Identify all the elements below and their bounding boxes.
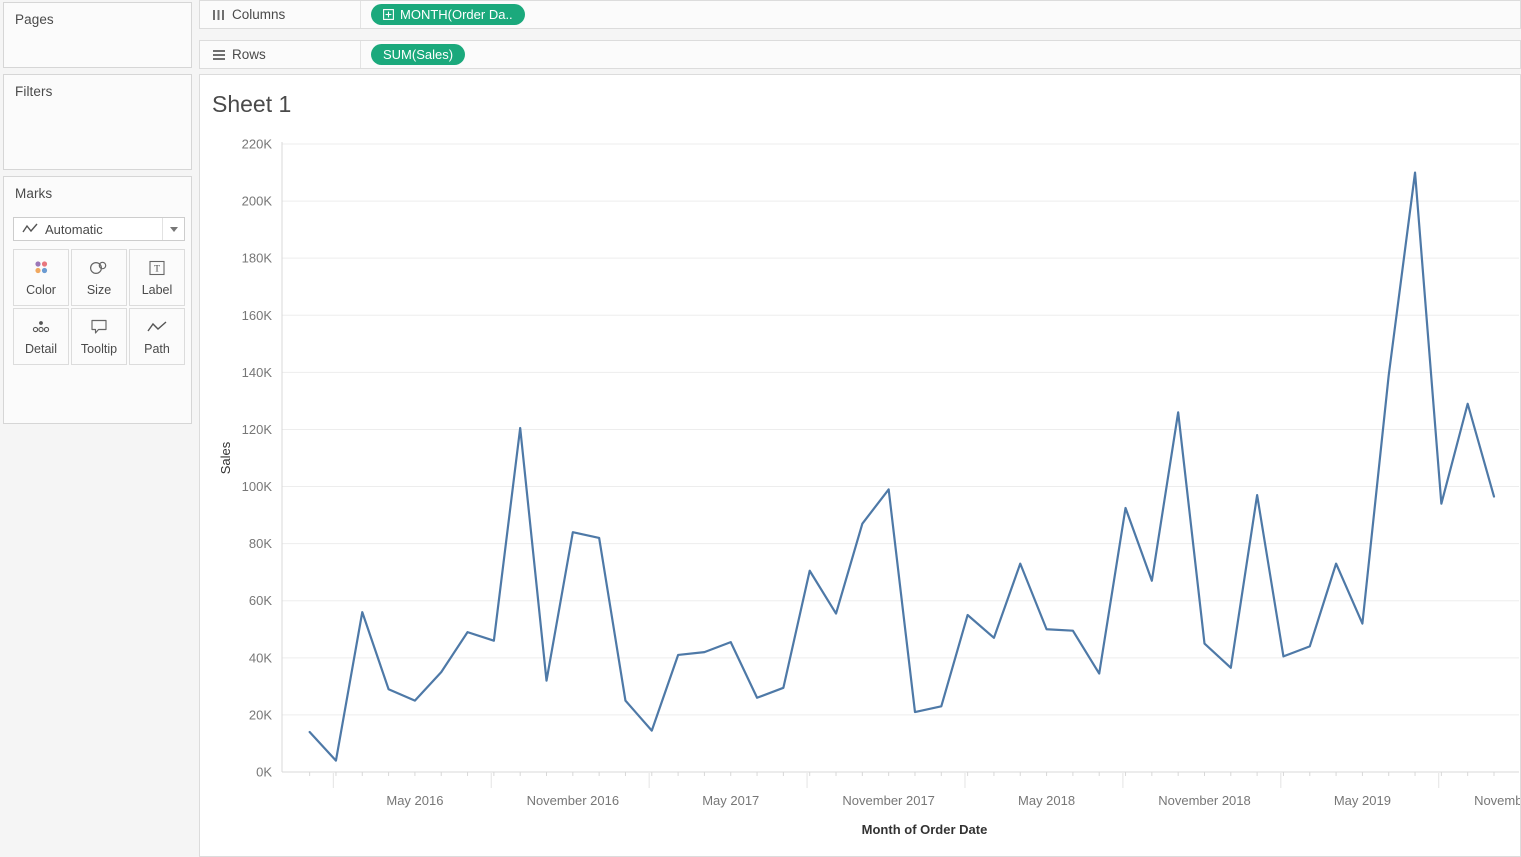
pill-month-order-date-label: MONTH(Order Da..	[400, 7, 513, 22]
y-axis-tick-label: 160K	[242, 308, 273, 323]
y-axis-title: Sales	[218, 441, 233, 474]
chevron-down-icon[interactable]	[162, 218, 184, 240]
marks-size-button[interactable]: Size	[71, 249, 127, 306]
filters-shelf[interactable]: Filters	[3, 74, 192, 170]
pill-sum-sales[interactable]: SUM(Sales)	[371, 44, 466, 65]
y-axis-tick-label: 220K	[242, 137, 273, 152]
columns-shelf[interactable]: Columns MONTH(Order Da..	[199, 0, 1521, 29]
x-axis-title: Month of Order Date	[862, 822, 988, 837]
marks-path-button[interactable]: Path	[129, 308, 185, 365]
x-axis-tick-label: November 2019	[1474, 793, 1520, 808]
rows-shelf-divider	[360, 41, 361, 68]
marks-card-label: Marks	[15, 186, 53, 201]
label-text-icon: T	[147, 258, 167, 278]
x-axis-tick-label: May 2018	[1018, 793, 1075, 808]
x-axis-tick-label: November 2018	[1158, 793, 1251, 808]
rows-shelf-icon	[206, 49, 232, 61]
pill-sum-sales-label: SUM(Sales)	[383, 47, 454, 62]
marks-tooltip-label: Tooltip	[80, 342, 118, 356]
size-circles-icon	[88, 258, 110, 278]
x-axis-tick-label: November 2017	[842, 793, 935, 808]
y-axis-tick-label: 120K	[242, 422, 273, 437]
y-axis-tick-label: 140K	[242, 365, 273, 380]
x-axis-tick-label: May 2017	[702, 793, 759, 808]
left-shelf-column: Pages Filters Marks Automatic Color Size…	[0, 0, 195, 857]
marks-path-label: Path	[144, 342, 170, 356]
tooltip-bubble-icon	[89, 317, 109, 337]
pill-month-order-date[interactable]: MONTH(Order Da..	[371, 4, 525, 25]
y-axis-tick-label: 40K	[249, 650, 272, 665]
sales-line-series[interactable]	[308, 171, 1496, 762]
marks-label-button[interactable]: T Label	[129, 249, 185, 306]
marks-size-label: Size	[86, 283, 112, 297]
mark-type-value: Automatic	[45, 221, 103, 237]
filters-shelf-label: Filters	[15, 84, 53, 99]
y-axis-tick-label: 20K	[249, 707, 272, 722]
tableau-worksheet: Pages Filters Marks Automatic Color Size…	[0, 0, 1521, 857]
rows-shelf[interactable]: Rows SUM(Sales)	[199, 40, 1521, 69]
y-axis-tick-label: 180K	[242, 251, 273, 266]
x-axis-tick-label: November 2016	[527, 793, 620, 808]
x-axis-tick-label: May 2016	[386, 793, 443, 808]
line-mark-icon	[22, 223, 38, 235]
x-axis-tick-label: May 2019	[1334, 793, 1391, 808]
date-plus-icon	[383, 9, 394, 20]
line-chart[interactable]: 0K 20K 40K 60K 80K 100K 120K 140K 160K 180K 200K 22…	[200, 75, 1520, 856]
rows-shelf-label: Rows	[232, 47, 266, 62]
marks-label-label: Label	[141, 283, 173, 297]
pages-shelf[interactable]: Pages	[3, 2, 192, 68]
detail-dots-icon	[30, 317, 52, 337]
y-axis-tick-label: 200K	[242, 194, 273, 209]
path-line-icon	[146, 317, 168, 337]
marks-card: Marks Automatic Color Size T Label Detai…	[3, 176, 192, 424]
pages-shelf-label: Pages	[15, 12, 54, 27]
visualization-pane: Sheet 1 0K 20K 40K 60K 80K 100K 120K 140K 160K 18…	[199, 74, 1521, 857]
color-dots-icon	[31, 258, 51, 278]
marks-color-button[interactable]: Color	[13, 249, 69, 306]
marks-color-label: Color	[26, 283, 56, 297]
y-axis-tick-label: 80K	[249, 536, 272, 551]
marks-tooltip-button[interactable]: Tooltip	[71, 308, 127, 365]
marks-detail-button[interactable]: Detail	[13, 308, 69, 365]
marks-detail-label: Detail	[25, 342, 57, 356]
marks-property-grid: Color Size T Label Detail Tooltip Path	[13, 249, 185, 365]
y-axis-tick-label: 0K	[256, 765, 272, 780]
columns-shelf-icon	[206, 9, 232, 21]
y-axis-tick-label: 60K	[249, 593, 272, 608]
columns-shelf-label: Columns	[232, 7, 286, 22]
svg-text:T: T	[154, 265, 160, 275]
mark-type-dropdown[interactable]: Automatic	[13, 217, 185, 241]
columns-shelf-divider	[360, 1, 361, 28]
y-axis-tick-label: 100K	[242, 479, 273, 494]
